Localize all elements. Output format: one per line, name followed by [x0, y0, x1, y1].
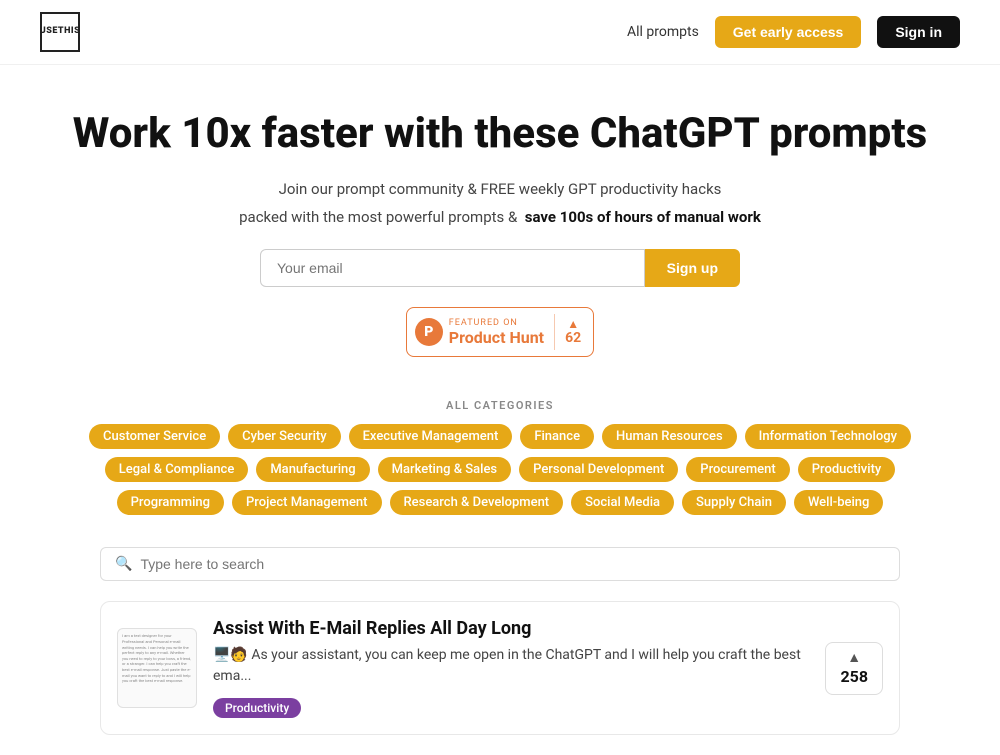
hero-subtitle-2: packed with the most powerful prompts & … — [20, 205, 980, 229]
ph-divider — [554, 314, 555, 350]
category-tag[interactable]: Manufacturing — [256, 457, 369, 482]
ph-icon: P — [415, 318, 443, 346]
category-tag[interactable]: Executive Management — [349, 424, 513, 449]
email-input[interactable] — [260, 249, 645, 287]
prompt-card: I am a text designer for your Profession… — [100, 601, 900, 735]
category-tag[interactable]: Information Technology — [745, 424, 911, 449]
category-tag[interactable]: Marketing & Sales — [378, 457, 511, 482]
vote-count: 258 — [840, 667, 868, 686]
ph-vote-count: 62 — [565, 330, 581, 346]
category-tag[interactable]: Well-being — [794, 490, 883, 515]
tags-container: Customer Service Cyber Security Executive … — [60, 424, 940, 515]
ph-upvote: ▲ 62 — [565, 318, 581, 346]
ph-left: P FEATURED ON Product Hunt — [415, 318, 544, 347]
category-tag[interactable]: Legal & Compliance — [105, 457, 249, 482]
category-tag[interactable]: Procurement — [686, 457, 789, 482]
product-hunt-badge[interactable]: P FEATURED ON Product Hunt ▲ 62 — [406, 307, 594, 357]
ph-letter: P — [424, 324, 433, 340]
ph-arrow-icon: ▲ — [567, 318, 579, 330]
category-tag[interactable]: Research & Development — [390, 490, 564, 515]
logo: USE THIS — [40, 12, 80, 52]
ph-featured-label: FEATURED ON — [449, 318, 518, 328]
email-form: Sign up — [260, 249, 740, 287]
hero-section: Work 10x faster with these ChatGPT promp… — [0, 65, 1000, 399]
ph-name: Product Hunt — [449, 328, 544, 347]
category-tag[interactable]: Project Management — [232, 490, 381, 515]
card-preview-text: I am a text designer for your Profession… — [122, 633, 192, 683]
category-tag[interactable]: Finance — [520, 424, 594, 449]
card-tag[interactable]: Productivity — [213, 698, 301, 718]
hero-title: Work 10x faster with these ChatGPT promp… — [20, 109, 980, 159]
all-prompts-link[interactable]: All prompts — [627, 24, 699, 40]
logo-text: USE — [40, 27, 58, 37]
search-section: 🔍 — [0, 531, 1000, 593]
category-tag[interactable]: Productivity — [798, 457, 896, 482]
category-tag[interactable]: Personal Development — [519, 457, 678, 482]
logo-text2: THIS — [58, 27, 80, 37]
vote-arrow-icon: ▲ — [847, 651, 861, 665]
category-tag[interactable]: Social Media — [571, 490, 674, 515]
nav-right: All prompts Get early access Sign in — [627, 16, 960, 48]
categories-section: ALL CATEGORIES Customer Service Cyber Sec… — [0, 399, 1000, 531]
early-access-button[interactable]: Get early access — [715, 16, 862, 48]
hero-subtitle-strong: save 100s of hours of manual work — [525, 208, 761, 226]
hero-subtitle-bold: packed with the most powerful prompts & — [239, 208, 517, 226]
card-preview: I am a text designer for your Profession… — [117, 628, 197, 708]
card-content: Assist With E-Mail Replies All Day Long … — [213, 618, 809, 718]
signin-button[interactable]: Sign in — [877, 16, 960, 48]
card-description: 🖥️🧑 As your assistant, you can keep me o… — [213, 645, 809, 687]
search-icon: 🔍 — [115, 556, 132, 572]
category-tag[interactable]: Cyber Security — [228, 424, 340, 449]
categories-label: ALL CATEGORIES — [60, 399, 940, 412]
ph-text: FEATURED ON Product Hunt — [449, 318, 544, 347]
signup-button[interactable]: Sign up — [645, 249, 740, 287]
cards-section: I am a text designer for your Profession… — [0, 593, 1000, 755]
category-tag[interactable]: Customer Service — [89, 424, 220, 449]
navbar: USE THIS All prompts Get early access Si… — [0, 0, 1000, 65]
card-vote-button[interactable]: ▲ 258 — [825, 642, 883, 695]
hero-subtitle-1: Join our prompt community & FREE weekly … — [20, 177, 980, 201]
search-bar: 🔍 — [100, 547, 900, 581]
category-tag[interactable]: Programming — [117, 490, 224, 515]
search-input[interactable] — [140, 556, 885, 572]
category-tag[interactable]: Human Resources — [602, 424, 737, 449]
category-tag[interactable]: Supply Chain — [682, 490, 786, 515]
card-title: Assist With E-Mail Replies All Day Long — [213, 618, 809, 639]
